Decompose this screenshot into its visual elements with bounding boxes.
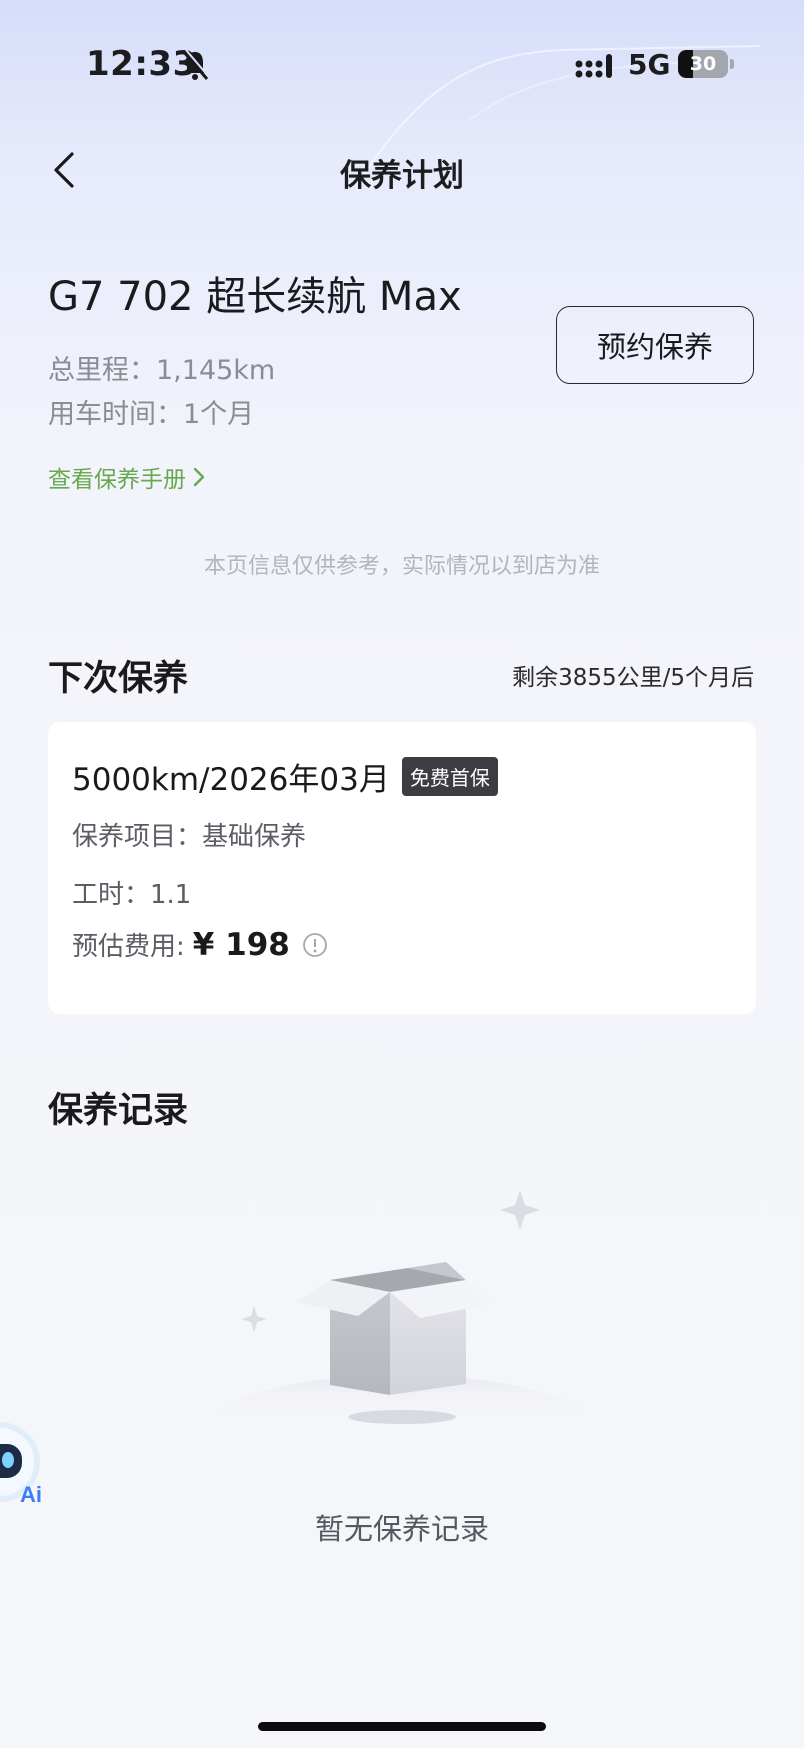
empty-box-illustration (210, 1190, 594, 1424)
maintenance-manual-link[interactable]: 查看保养手册 (48, 460, 206, 494)
chevron-right-icon (193, 467, 205, 487)
battery-icon: 30 (678, 50, 734, 80)
estimated-cost-value: ¥ 198 (192, 926, 290, 963)
vehicle-name: G7 702 超长续航 Max (48, 274, 462, 320)
battery-level: 30 (689, 53, 717, 75)
page-title: 保养计划 (340, 158, 464, 194)
empty-records-text: 暂无保养记录 (314, 1512, 489, 1546)
maintenance-manual-label: 查看保养手册 (48, 467, 186, 493)
estimated-cost-row: 预估费用: ¥ 198 (72, 926, 328, 963)
card-header: 5000km/2026年03月 免费首保 (72, 754, 498, 799)
labor-hours: 工时：1.1 (72, 880, 192, 910)
disclaimer-text: 本页信息仅供参考，实际情况以到店为准 (203, 554, 600, 579)
signal-icon (575, 54, 612, 78)
maintenance-records-title: 保养记录 (48, 1091, 189, 1131)
next-maintenance-title: 下次保养 (48, 659, 189, 699)
total-mileage: 总里程：1,145km (48, 355, 276, 386)
ai-label: Ai (20, 1482, 42, 1507)
estimated-cost-label: 预估费用: (72, 932, 185, 962)
next-maintenance-card[interactable]: 5000km/2026年03月 免费首保 保养项目：基础保养 工时：1.1 预估… (48, 722, 756, 1014)
maintenance-target: 5000km/2026年03月 (72, 762, 390, 798)
info-icon[interactable] (302, 932, 328, 958)
network-type: 5G (628, 48, 671, 81)
bell-muted-icon (182, 49, 210, 80)
free-first-service-badge: 免费首保 (401, 757, 498, 796)
ai-assistant-button[interactable]: Ai (0, 1408, 60, 1518)
remaining-distance: 剩余3855公里/5个月后 (512, 665, 754, 691)
book-maintenance-button[interactable]: 预约保养 (556, 306, 754, 384)
maintenance-items: 保养项目：基础保养 (72, 822, 307, 852)
usage-time: 用车时间：1个月 (48, 399, 255, 430)
home-indicator (258, 1722, 546, 1731)
